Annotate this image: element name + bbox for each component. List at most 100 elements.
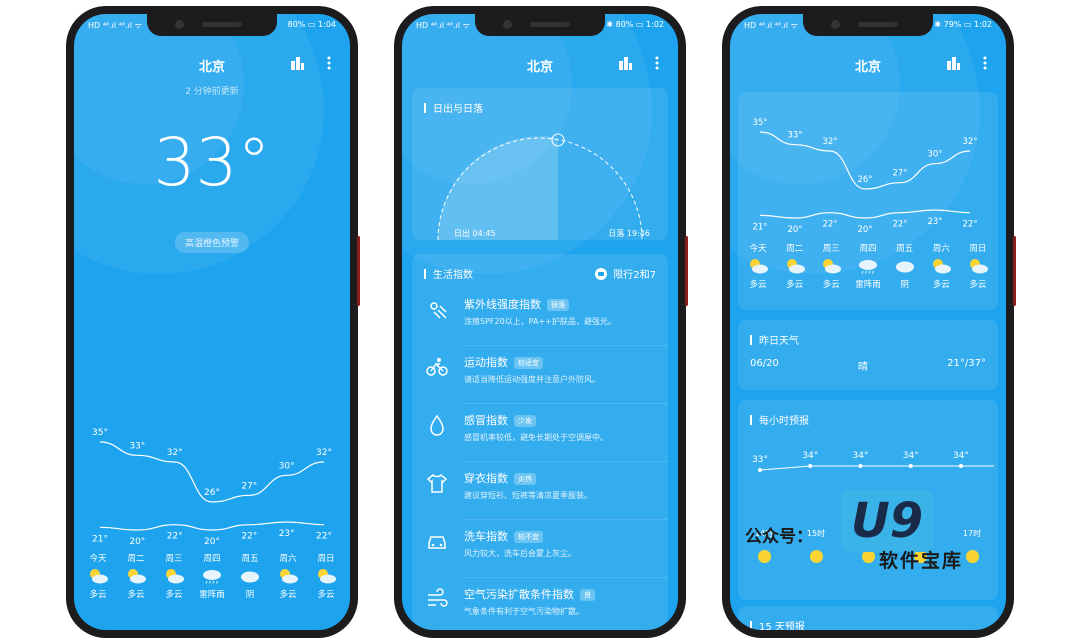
day-label: 周日 [317,554,335,564]
index-name: 洗车指数 较不宜 [464,528,543,544]
index-description: 涂擦SPF20以上，PA++护肤品，避强光。 [464,317,616,326]
forecast-day[interactable]: 周三 多云 [156,552,192,600]
forecast-day[interactable]: 周二 多云 [118,552,154,600]
index-description: 风力较大，洗车后会蒙上灰尘。 [464,549,576,558]
life-index-item[interactable]: 洗车指数 较不宜风力较大，洗车后会蒙上灰尘。 [412,520,668,578]
status-left: HD ⁴⁶.ıl ⁴⁶.ıl ᯤ [88,21,142,30]
life-index-item[interactable]: 空气污染扩散条件指数良气象条件有利于空气污染物扩散。 [412,578,668,630]
high-temp-label: 26° [857,175,872,185]
status-left: HD ⁴⁶.ıl ⁴⁶.ıl ᯤ [744,21,798,30]
partly-cloudy-icon [750,259,768,274]
condition-label: 多云 [932,280,950,290]
low-temp-label: 22° [962,220,977,230]
partly-cloudy-icon [128,569,146,584]
sunrise-sunset-card: 日出与日落 日出 04:45 日落 19:46 [412,88,668,240]
forecast-day[interactable]: 周二 多云 [777,242,813,290]
life-index-item[interactable]: 感冒指数 少发 感冒机率较低，避免长期处于空调屋中。 [412,404,668,462]
notch [475,14,605,36]
card-title: 昨日天气 [750,332,799,347]
forecast-day[interactable]: 周三 多云 [813,242,849,290]
hourly-point [858,464,863,468]
index-name: 空气污染扩散条件指数良 [464,586,595,602]
fifteen-day-card[interactable]: 15 天预报 [738,606,998,630]
city-manage-icon[interactable] [946,56,960,70]
hourly-temp-label: 34° [853,451,869,461]
uv-icon [430,302,447,319]
index-name: 感冒指数 少发 [464,412,536,428]
hourly-temp-label: 34° [802,451,818,461]
volume-button [357,236,360,306]
watermark-label: 公众号： [745,527,813,547]
shirt-icon [426,473,448,493]
index-name: 紫外线强度指数 很强 [464,296,569,312]
yesterday-row: 06/20 晴 21°/37° [750,358,986,373]
life-index-card: 生活指数 限行2和7 紫外线强度指数 很强涂擦SPF20以上，PA++护肤品，避强… [412,254,668,630]
hourly-point [758,468,762,472]
condition-label: 多云 [786,280,804,290]
high-temp-label: 32° [962,137,977,147]
sun-arc-diagram [437,133,643,240]
more-icon[interactable] [982,56,988,70]
life-index-item[interactable]: 紫外线强度指数 很强涂擦SPF20以上，PA++护肤品，避强光。 [412,288,668,346]
low-temp-label: 20° [204,537,220,547]
day-label: 今天 [89,554,107,564]
low-temp-label: 20° [857,225,872,235]
index-level-badge: 少发 [514,415,536,427]
forecast-day[interactable]: 周五阴 [232,552,268,600]
forecast-day[interactable]: 周四 雷阵雨 [850,242,886,290]
status-right: ✱ 80% ▭ 1:02 [606,20,664,29]
more-icon[interactable] [654,56,660,70]
day-label: 周六 [279,554,297,564]
yesterday-card: 昨日天气 06/20 晴 21°/37° [738,320,998,390]
notch [147,14,277,36]
watermark-subtitle: 软件宝库 [879,550,964,572]
high-temp-label: 32° [822,137,837,147]
high-temp-label: 33° [129,441,145,451]
condition-label: 多云 [749,280,767,290]
hourly-point [908,464,913,468]
forecast-day[interactable]: 周五阴 [887,242,923,290]
condition-label: 雷阵雨 [199,590,225,600]
forecast-day[interactable]: 周日 多云 [960,242,996,290]
city-title: 北京 [854,60,881,75]
high-temp-label: 26° [204,488,220,498]
notch [803,14,933,36]
forecast-day[interactable]: 周日 多云 [308,552,344,600]
index-level-badge: 较不宜 [514,531,543,543]
high-temp-label: 30° [927,150,942,160]
high-temp-label: 27° [241,481,257,491]
high-temp-label: 33° [787,131,802,141]
status-left: HD ⁴⁶.ıl ⁴⁶.ıl ᯤ [416,21,470,30]
day-label: 周二 [786,244,804,254]
forecast-day[interactable]: 周六 多云 [270,552,306,600]
sunset-time: 日落 19:46 [608,229,650,238]
life-index-item[interactable]: 运动指数 较适宜 请适当降低运动强度并注意户外防风。 [412,346,668,404]
forecast-day[interactable]: 周四 雷阵雨 [194,552,230,600]
forecast-day[interactable]: 今天 多云 [80,552,116,600]
life-index-item[interactable]: 穿衣指数 炎热 建议穿短衫、短裤等清凉夏季服装。 [412,462,668,520]
low-temp-label: 21° [752,222,767,232]
forecast-temperature-chart: 35° 33° 32° 26° 27° 30° 32° 21° 20° 22° 20° 22° 23° 2… [92,428,332,547]
hourly-temp-label: 34° [903,451,919,461]
index-name: 穿衣指数 炎热 [464,470,536,486]
forecast-day[interactable]: 今天 多云 [740,242,776,290]
sunrise-time: 日出 04:45 [454,229,496,238]
city-title: 北京 [526,60,553,75]
low-temp-label: 20° [129,537,145,547]
partly-cloudy-icon [823,259,842,274]
daily-forecast-card: 35° 33° 32° 26° 27° 30° 32° 21° 20° 22° 20° 22° 23° 2… [738,92,998,310]
forecast-day[interactable]: 周六 多云 [923,242,959,290]
status-right: ✱ 79% ▭ 1:02 [934,20,992,29]
high-temp-label: 35° [92,428,108,438]
city-manage-icon[interactable] [618,56,632,70]
volume-button [685,236,688,306]
hourly-line [759,465,994,471]
low-temp-label: 22° [892,220,907,230]
condition-label: 阴 [245,590,255,600]
partly-cloudy-icon [969,259,988,274]
partly-cloudy-icon [933,259,952,274]
high-temp-label: 27° [892,169,907,179]
traffic-restriction[interactable]: 限行2和7 [595,266,656,281]
card-title: 生活指数 [424,266,473,281]
day-label: 周二 [127,554,145,564]
